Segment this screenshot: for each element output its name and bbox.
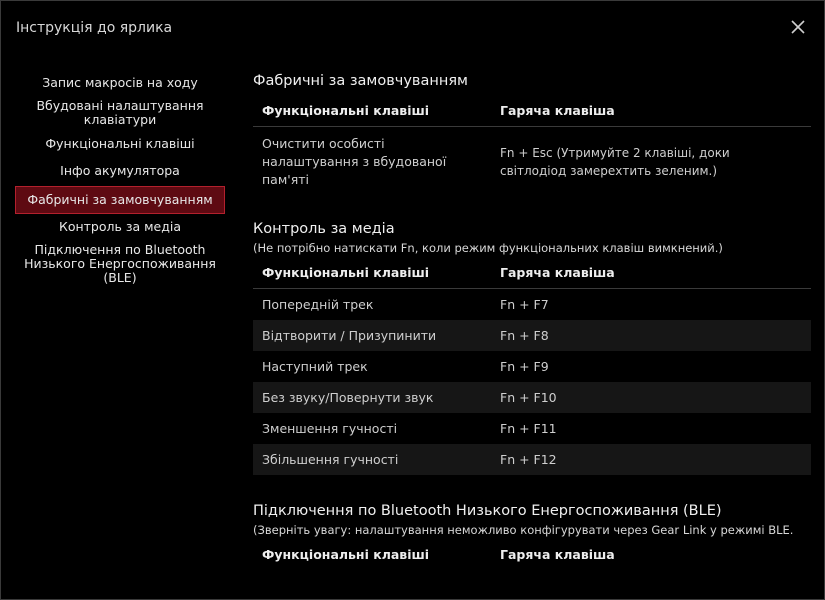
column-header-hotkey: Гаряча клавіша [500, 103, 615, 118]
sidebar-item-media-control[interactable]: Контроль за медіа [15, 215, 225, 238]
row-hotkey: Fn + F7 [500, 297, 549, 312]
sidebar-item-label: Контроль за медіа [58, 218, 182, 234]
row-hotkey: Fn + F10 [500, 390, 557, 405]
sidebar-item-label: Фабричні за замовчуванням [27, 192, 213, 207]
sidebar-item-ble[interactable]: Підключення по Bluetooth Низького Енерго… [15, 242, 225, 286]
column-header-function: Функціональні клавіші [262, 547, 430, 562]
sidebar-item-label: Запис макросів на ходу [42, 74, 198, 90]
table-header: Функціональні клавіші Гаряча клавіша [253, 95, 811, 127]
row-hotkey: Fn + Esc (Утримуйте 2 клавіші, доки світ… [500, 146, 730, 178]
section-title-media: Контроль за медіа [253, 221, 395, 237]
sidebar-item-battery-info[interactable]: Інфо акумулятора [15, 159, 225, 182]
sidebar-item-label: Інфо акумулятора [60, 162, 180, 178]
table-row: Відтворити / Призупинити Fn + F8 [253, 320, 811, 351]
close-button[interactable] [789, 18, 807, 36]
section-title-ble: Підключення по Bluetooth Низького Енерго… [253, 503, 722, 519]
row-function: Збільшення гучності [262, 452, 399, 467]
row-hotkey: Fn + F12 [500, 452, 557, 467]
table-row: Зменшення гучності Fn + F11 [253, 413, 811, 444]
table-row: Попередній трек Fn + F7 [253, 289, 811, 320]
table-header: Функціональні клавіші Гаряча клавіша [253, 257, 811, 289]
close-icon [791, 20, 805, 34]
content-panel: Фабричні за замовчуванням Функціональні … [253, 71, 811, 570]
window-title: Інструкція до ярлика [16, 20, 173, 36]
title-bar: Інструкція до ярлика [1, 1, 824, 57]
table-header: Функціональні клавіші Гаряча клавіша [253, 539, 811, 570]
column-header-hotkey: Гаряча клавіша [500, 265, 615, 280]
sidebar-item-label: Підключення по Bluetooth Низького Енерго… [24, 242, 216, 285]
row-function: Без звуку/Повернути звук [262, 390, 434, 405]
sidebar-item-function-keys[interactable]: Функціональні клавіші [15, 132, 225, 155]
sidebar-item-onboard-settings[interactable]: Вбудовані налаштування клавіатури [15, 98, 225, 128]
section-note-media: (Не потрібно натискати Fn, коли режим фу… [253, 241, 723, 255]
row-function: Очистити особисті налаштування з вбудова… [262, 136, 447, 187]
column-header-function: Функціональні клавіші [262, 265, 430, 280]
row-function: Відтворити / Призупинити [262, 328, 437, 343]
sidebar-item-factory-default[interactable]: Фабричні за замовчуванням [15, 186, 225, 214]
sidebar-item-label: Функціональні клавіші [45, 135, 195, 151]
table-row: Очистити особисті налаштування з вбудова… [253, 127, 811, 197]
sidebar-item-macro-recording[interactable]: Запис макросів на ходу [15, 71, 225, 94]
row-function: Наступний трек [262, 359, 368, 374]
column-header-hotkey: Гаряча клавіша [500, 547, 615, 562]
sidebar-item-label: Вбудовані налаштування клавіатури [36, 98, 204, 127]
section-title-factory: Фабричні за замовчуванням [253, 73, 468, 89]
table-row: Наступний трек Fn + F9 [253, 351, 811, 382]
table-row: Збільшення гучності Fn + F12 [253, 444, 811, 475]
row-hotkey: Fn + F9 [500, 359, 549, 374]
row-hotkey: Fn + F11 [500, 421, 557, 436]
row-hotkey: Fn + F8 [500, 328, 549, 343]
sidebar-nav: Запис макросів на ходу Вбудовані налашту… [15, 71, 225, 286]
row-function: Попередній трек [262, 297, 374, 312]
column-header-function: Функціональні клавіші [262, 103, 430, 118]
section-note-ble: (Зверніть увагу: налаштування неможливо … [253, 523, 794, 537]
shortcut-guide-window: Інструкція до ярлика Запис макросів на х… [0, 0, 825, 600]
row-function: Зменшення гучності [262, 421, 398, 436]
table-row: Без звуку/Повернути звук Fn + F10 [253, 382, 811, 413]
